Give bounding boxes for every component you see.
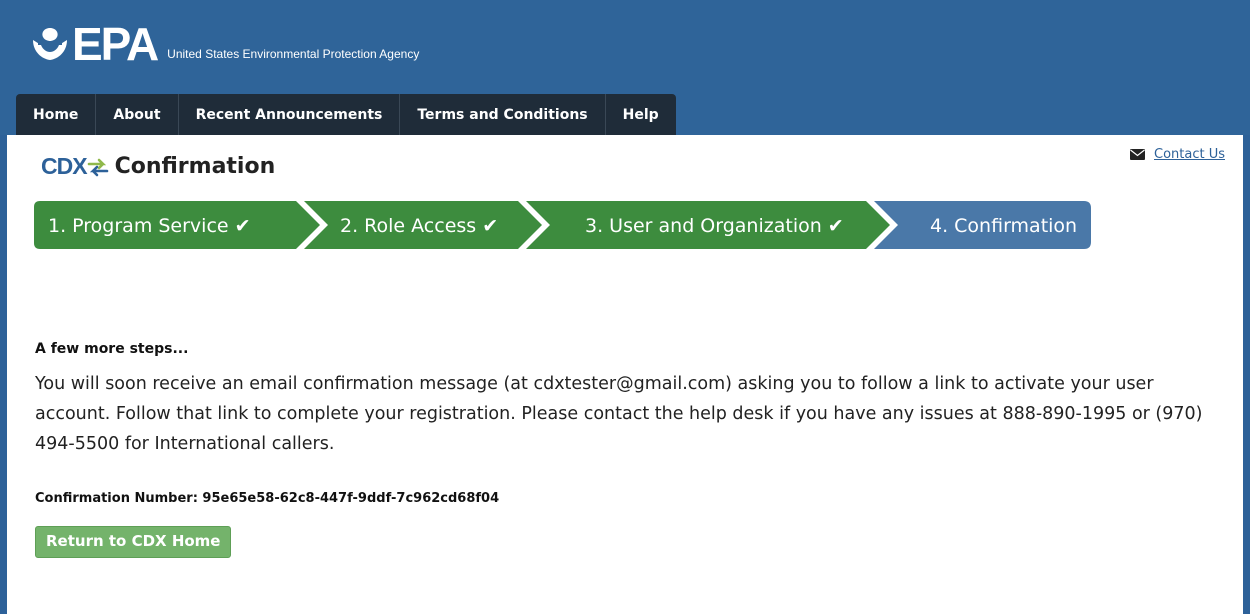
step-label: 4. Confirmation — [930, 215, 1077, 237]
step-confirmation[interactable]: 4. Confirmation — [874, 201, 1091, 249]
step-role-access[interactable]: 2. Role Access ✔ — [304, 201, 542, 249]
agency-name: United States Environmental Protection A… — [167, 47, 420, 61]
step-user-and-organization[interactable]: 3. User and Organization ✔ — [526, 201, 890, 249]
masthead: EPA United States Environmental Protecti… — [0, 0, 1250, 136]
logo-wordmark: EPA — [72, 18, 159, 70]
nav-item-about[interactable]: About — [96, 94, 179, 136]
contact-us[interactable]: Contact Us — [1130, 147, 1225, 162]
page-title: CDX Confirmation — [41, 153, 275, 180]
main-content: Contact Us CDX Confirmation 1. Program S… — [7, 135, 1243, 614]
nav-item-help[interactable]: Help — [606, 94, 676, 136]
step-label: 3. User and Organization ✔ — [585, 215, 844, 237]
confirmation-number-line: Confirmation Number: 95e65e58-62c8-447f-… — [35, 491, 499, 506]
return-to-cdx-home-button[interactable]: Return to CDX Home — [35, 526, 232, 558]
step-program-service[interactable]: 1. Program Service ✔ — [34, 201, 320, 249]
message-body: You will soon receive an email confirmat… — [35, 374, 1203, 454]
nav-item-home[interactable]: Home — [16, 94, 97, 136]
main-nav: Home About Recent Announcements Terms an… — [16, 94, 676, 136]
cdx-logo-text: CDX — [41, 153, 88, 179]
contact-us-link[interactable]: Contact Us — [1154, 147, 1225, 162]
epa-flower-icon — [33, 28, 67, 60]
envelope-icon — [1130, 149, 1145, 160]
epa-logo[interactable]: EPA United States Environmental Protecti… — [30, 18, 420, 70]
nav-item-terms-and-conditions[interactable]: Terms and Conditions — [400, 94, 606, 136]
cdx-logo: CDX — [41, 153, 115, 180]
step-label: 1. Program Service ✔ — [48, 215, 251, 237]
page-title-text: Confirmation — [114, 154, 276, 179]
confirmation-label: Confirmation Number: — [35, 491, 198, 506]
nav-item-recent-announcements[interactable]: Recent Announcements — [179, 94, 401, 136]
confirmation-number: 95e65e58-62c8-447f-9ddf-7c962cd68f04 — [202, 491, 500, 506]
message-heading: A few more steps... — [35, 341, 189, 357]
cdx-arrows-icon — [87, 158, 108, 176]
step-label: 2. Role Access ✔ — [340, 215, 498, 237]
progress-steps: 1. Program Service ✔ 2. Role Access ✔ 3.… — [34, 201, 1091, 249]
